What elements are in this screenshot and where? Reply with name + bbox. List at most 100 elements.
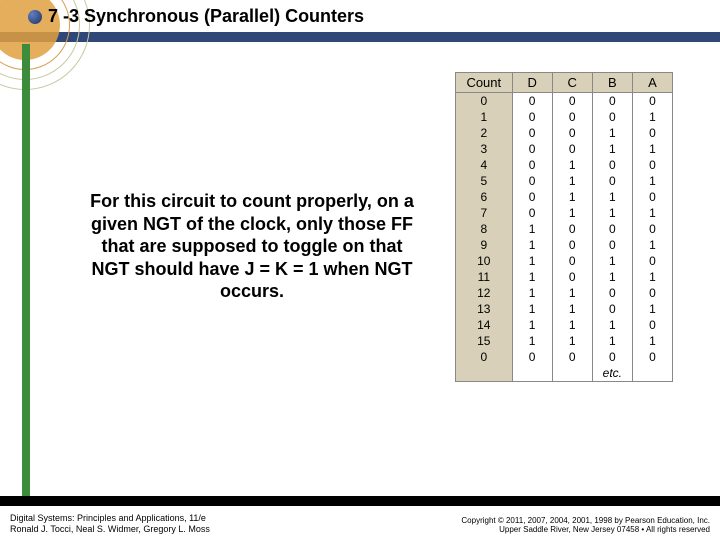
cell-bit: 1 xyxy=(632,173,672,189)
cell-bit: 0 xyxy=(632,349,672,365)
cell-bit: 0 xyxy=(552,349,592,365)
slide-title: 7 -3 Synchronous (Parallel) Counters xyxy=(48,6,364,27)
cell-bit: 0 xyxy=(632,221,672,237)
cell-bit: 1 xyxy=(592,317,632,333)
footer-right: Copyright © 2011, 2007, 2004, 2001, 1998… xyxy=(461,516,710,534)
cell-empty xyxy=(456,365,513,382)
cell-bit: 1 xyxy=(552,333,592,349)
cell-bit: 0 xyxy=(592,301,632,317)
footer-authors: Ronald J. Tocci, Neal S. Widmer, Gregory… xyxy=(10,524,210,534)
cell-bit: 0 xyxy=(552,221,592,237)
cell-bit: 0 xyxy=(592,221,632,237)
cell-count: 10 xyxy=(456,253,513,269)
cell-bit: 1 xyxy=(552,157,592,173)
cell-bit: 0 xyxy=(512,173,552,189)
table-row: 151111 xyxy=(456,333,673,349)
count-table-wrap: Count D C B A 00000100012001030011401005… xyxy=(455,72,673,382)
cell-count: 15 xyxy=(456,333,513,349)
table-row-etc: etc. xyxy=(456,365,673,382)
cell-bit: 0 xyxy=(512,189,552,205)
cell-bit: 0 xyxy=(512,349,552,365)
cell-bit: 0 xyxy=(512,93,552,110)
cell-count: 4 xyxy=(456,157,513,173)
col-header-count: Count xyxy=(456,73,513,93)
cell-bit: 1 xyxy=(552,189,592,205)
cell-bit: 1 xyxy=(632,333,672,349)
cell-bit: 1 xyxy=(632,237,672,253)
cell-bit: 0 xyxy=(552,93,592,110)
table-header-row: Count D C B A xyxy=(456,73,673,93)
cell-count: 13 xyxy=(456,301,513,317)
footer-book-title: Digital Systems: Principles and Applicat… xyxy=(10,513,206,523)
table-row: 10001 xyxy=(456,109,673,125)
cell-bit: 1 xyxy=(512,269,552,285)
cell-bit: 0 xyxy=(632,125,672,141)
footer-copyright: Copyright © 2011, 2007, 2004, 2001, 1998… xyxy=(461,516,710,525)
cell-bit: 1 xyxy=(632,205,672,221)
col-header-b: B xyxy=(592,73,632,93)
cell-bit: 0 xyxy=(592,93,632,110)
cell-bit: 0 xyxy=(552,141,592,157)
cell-empty xyxy=(632,365,672,382)
cell-bit: 1 xyxy=(512,317,552,333)
cell-count: 3 xyxy=(456,141,513,157)
cell-bit: 1 xyxy=(512,285,552,301)
cell-bit: 1 xyxy=(592,269,632,285)
count-table: Count D C B A 00000100012001030011401005… xyxy=(455,72,673,382)
cell-bit: 1 xyxy=(632,269,672,285)
cell-bit: 1 xyxy=(552,285,592,301)
cell-bit: 1 xyxy=(512,237,552,253)
cell-bit: 1 xyxy=(592,125,632,141)
cell-bit: 0 xyxy=(592,173,632,189)
cell-count: 7 xyxy=(456,205,513,221)
table-row: 40100 xyxy=(456,157,673,173)
table-row: 91001 xyxy=(456,237,673,253)
cell-bit: 1 xyxy=(512,301,552,317)
cell-count: 14 xyxy=(456,317,513,333)
cell-count: 9 xyxy=(456,237,513,253)
cell-count: 5 xyxy=(456,173,513,189)
footer-address: Upper Saddle River, New Jersey 07458 • A… xyxy=(499,525,710,534)
table-row: 121100 xyxy=(456,285,673,301)
table-row: 30011 xyxy=(456,141,673,157)
body-paragraph: For this circuit to count properly, on a… xyxy=(82,190,422,303)
table-row: 20010 xyxy=(456,125,673,141)
slide-header: 7 -3 Synchronous (Parallel) Counters xyxy=(0,0,720,44)
cell-empty xyxy=(552,365,592,382)
table-row: 141110 xyxy=(456,317,673,333)
cell-bit: 0 xyxy=(632,189,672,205)
cell-bit: 0 xyxy=(552,125,592,141)
cell-count: 8 xyxy=(456,221,513,237)
cell-count: 0 xyxy=(456,349,513,365)
cell-bit: 1 xyxy=(552,205,592,221)
cell-bit: 1 xyxy=(592,205,632,221)
etc-label: etc. xyxy=(592,365,632,382)
col-header-d: D xyxy=(512,73,552,93)
cell-count: 2 xyxy=(456,125,513,141)
cell-bit: 0 xyxy=(592,109,632,125)
slide-footer: Digital Systems: Principles and Applicat… xyxy=(0,496,720,540)
cell-bit: 0 xyxy=(512,109,552,125)
cell-bit: 1 xyxy=(512,221,552,237)
cell-bit: 1 xyxy=(592,141,632,157)
cell-bit: 1 xyxy=(632,109,672,125)
cell-count: 0 xyxy=(456,93,513,110)
header-blue-bar xyxy=(0,32,720,42)
table-row: 70111 xyxy=(456,205,673,221)
cell-bit: 0 xyxy=(552,253,592,269)
table-row: 00000 xyxy=(456,349,673,365)
cell-count: 1 xyxy=(456,109,513,125)
cell-bit: 1 xyxy=(512,333,552,349)
cell-bit: 0 xyxy=(552,237,592,253)
cell-bit: 0 xyxy=(632,285,672,301)
footer-left: Digital Systems: Principles and Applicat… xyxy=(10,513,210,534)
cell-bit: 0 xyxy=(592,237,632,253)
cell-bit: 0 xyxy=(632,157,672,173)
cell-bit: 1 xyxy=(592,333,632,349)
table-row: 111011 xyxy=(456,269,673,285)
cell-bit: 0 xyxy=(512,141,552,157)
left-green-bar xyxy=(22,44,30,496)
cell-bit: 0 xyxy=(632,317,672,333)
cell-bit: 0 xyxy=(632,253,672,269)
title-bullet-icon xyxy=(28,10,42,24)
